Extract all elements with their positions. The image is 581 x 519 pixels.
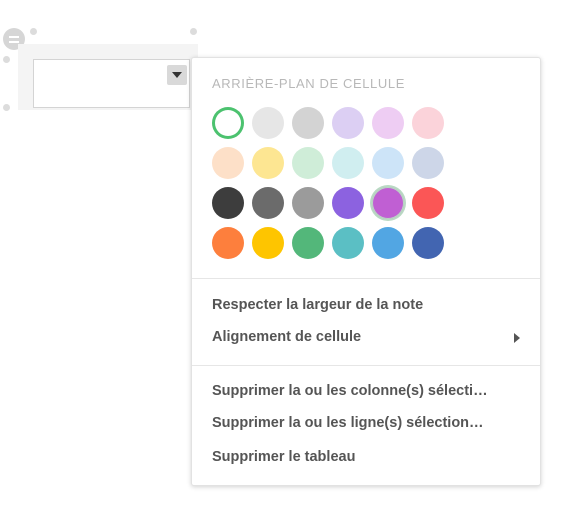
swatch-pink[interactable] <box>412 107 444 139</box>
swatch-green[interactable] <box>292 227 324 259</box>
divider <box>192 278 540 279</box>
column-grip-icon[interactable] <box>30 28 37 35</box>
swatch-medium-gray[interactable] <box>292 187 324 219</box>
cell-menu-button[interactable] <box>167 65 187 85</box>
swatch-mint[interactable] <box>292 147 324 179</box>
row-grip-icon[interactable] <box>3 56 10 63</box>
swatch-dark-blue[interactable] <box>412 227 444 259</box>
delete-rows-item[interactable]: Supprimer la ou les ligne(s) sélection… <box>212 415 524 431</box>
menu-heading: ARRIÈRE-PLAN DE CELLULE <box>212 76 405 91</box>
chevron-down-icon <box>172 72 182 78</box>
column-grip-icon[interactable] <box>190 28 197 35</box>
swatch-blue[interactable] <box>372 227 404 259</box>
swatch-light-gray[interactable] <box>252 107 284 139</box>
row-grip-icon[interactable] <box>3 104 10 111</box>
chevron-right-icon <box>514 333 520 343</box>
note-editor: ARRIÈRE-PLAN DE CELLULE Respecter la lar… <box>0 0 581 519</box>
cell-context-menu: ARRIÈRE-PLAN DE CELLULE Respecter la lar… <box>191 57 541 486</box>
swatch-magenta[interactable] <box>372 187 404 219</box>
swatch-light-blue[interactable] <box>372 147 404 179</box>
swatch-red[interactable] <box>412 187 444 219</box>
swatch-yellow[interactable] <box>252 227 284 259</box>
swatch-light-yellow[interactable] <box>252 147 284 179</box>
swatch-orange[interactable] <box>212 227 244 259</box>
swatch-charcoal[interactable] <box>212 187 244 219</box>
swatch-white[interactable] <box>212 107 244 139</box>
swatch-gray[interactable] <box>292 107 324 139</box>
swatch-pink-lilac[interactable] <box>372 107 404 139</box>
swatch-teal[interactable] <box>332 227 364 259</box>
swatch-light-cyan[interactable] <box>332 147 364 179</box>
cell-alignment-item[interactable]: Alignement de cellule <box>212 329 524 345</box>
swatch-blue-gray[interactable] <box>412 147 444 179</box>
color-palette <box>212 107 444 259</box>
delete-table-item[interactable]: Supprimer le tableau <box>212 449 524 465</box>
respect-note-width-item[interactable]: Respecter la largeur de la note <box>212 297 524 313</box>
swatch-lavender[interactable] <box>332 107 364 139</box>
swatch-dark-gray[interactable] <box>252 187 284 219</box>
delete-columns-item[interactable]: Supprimer la ou les colonne(s) sélecti… <box>212 383 524 399</box>
divider <box>192 365 540 366</box>
swatch-purple[interactable] <box>332 187 364 219</box>
swatch-peach[interactable] <box>212 147 244 179</box>
